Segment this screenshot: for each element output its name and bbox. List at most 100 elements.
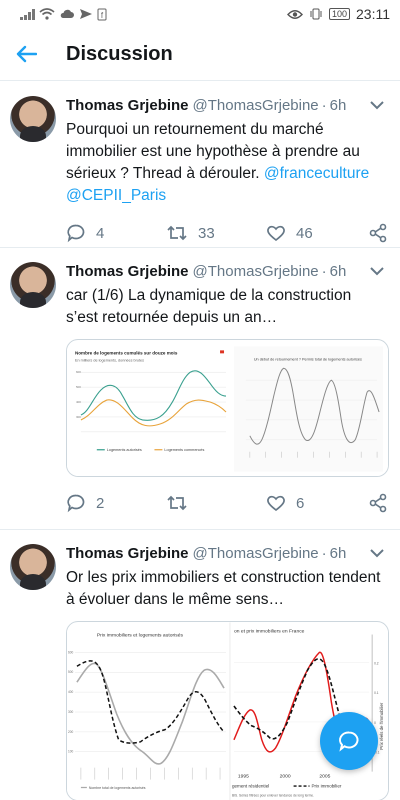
reply-icon — [67, 494, 85, 513]
chart-b-legend-a: gement résidentiel — [232, 784, 269, 789]
separator-dot: · — [321, 545, 327, 562]
svg-text:600: 600 — [68, 650, 74, 654]
eye-icon — [287, 9, 303, 19]
like-count: 46 — [296, 224, 313, 242]
page-title: Discussion — [66, 42, 173, 65]
chart-b-title: Un début de retournement ? Permis total … — [254, 357, 362, 361]
author-handle: @ThomasGrjebine — [192, 263, 319, 280]
media-charts: Prix immobiliers et logements autorisés … — [67, 622, 388, 800]
author-name[interactable]: Thomas Grjebine — [66, 96, 189, 116]
chart-b-title: on et prix immobiliers en France — [234, 628, 305, 634]
separator-dot: · — [321, 263, 327, 280]
vibrate-icon — [310, 8, 322, 20]
tweet-header: Thomas Grjebine @ThomasGrjebine · 6h — [66, 96, 384, 116]
tweet-media[interactable]: Prix immobiliers et logements autorisés … — [66, 621, 389, 800]
chart-a-legend: Nombre total de logements autorisés — [89, 786, 146, 790]
x-tick-2005: 2005 — [319, 774, 330, 780]
media-charts: Nombre de logements cumulés sur douze mo… — [67, 340, 388, 476]
brand-marker — [220, 350, 225, 354]
chart-permis-total: Un début de retournement ? Permis total … — [233, 346, 384, 472]
tweet-feed: Thomas Grjebine @ThomasGrjebine · 6h Pou… — [0, 82, 400, 800]
chart-b-note: BIS. Séries filtrées pour enlever tendan… — [232, 793, 314, 797]
back-button[interactable] — [0, 28, 52, 81]
reply-button[interactable]: 4 — [66, 223, 166, 243]
send-icon — [80, 9, 92, 19]
x-tick-2000: 2000 — [280, 774, 291, 780]
svg-text:300: 300 — [76, 415, 81, 419]
app-bar: Discussion — [0, 28, 400, 81]
svg-text:200: 200 — [68, 730, 74, 734]
mention-link[interactable]: @franceculture — [264, 165, 369, 182]
svg-text:500: 500 — [76, 385, 81, 389]
tweet-text: Or les prix immobiliers et construction … — [66, 569, 381, 608]
avatar[interactable] — [10, 96, 56, 142]
legend-autorises: Logements autorisés — [107, 448, 142, 452]
tweet-text: Pourquoi un retournement du marché immob… — [66, 119, 384, 207]
reply-count: 2 — [96, 494, 105, 512]
chart-a-title: Prix immobiliers et logements autorisés — [97, 632, 184, 638]
clock: 23:11 — [356, 6, 390, 22]
tweet-media[interactable]: Nombre de logements cumulés sur douze mo… — [66, 339, 389, 477]
tweet-actions: 4 33 46 — [66, 213, 387, 253]
x-tick-1995: 1995 — [238, 774, 249, 780]
svg-text:100: 100 — [68, 750, 74, 754]
separator-dot: · — [321, 97, 327, 114]
tweet-text: car (1/6) La dynamique de la constructio… — [66, 287, 352, 326]
chart-b-legend-b: Prix immobilier — [311, 784, 341, 789]
svg-text:f: f — [101, 11, 104, 20]
svg-text:400: 400 — [68, 690, 74, 694]
mention-link[interactable]: @CEPII_Paris — [66, 187, 166, 204]
status-icons-left: f — [20, 8, 107, 21]
author-handle: @ThomasGrjebine — [192, 97, 319, 114]
reply-icon — [67, 224, 85, 243]
share-icon[interactable] — [368, 223, 388, 243]
author-name[interactable]: Thomas Grjebine — [66, 262, 189, 282]
tweet-actions: 2 6 — [66, 483, 387, 523]
reply-count: 4 — [96, 224, 105, 242]
signal-icon — [20, 8, 35, 20]
avatar[interactable] — [10, 262, 56, 308]
retweet-button[interactable]: 33 — [166, 223, 266, 243]
retweet-count: 33 — [198, 224, 215, 242]
svg-text:600: 600 — [76, 370, 81, 374]
tweet-time: 6h — [329, 263, 347, 280]
author-name[interactable]: Thomas Grjebine — [66, 544, 189, 564]
chevron-down-icon[interactable] — [368, 98, 386, 112]
like-count: 6 — [296, 494, 305, 512]
tweet[interactable]: Thomas Grjebine @ThomasGrjebine · 6h Pou… — [0, 82, 400, 248]
chevron-down-icon[interactable] — [368, 546, 386, 560]
chevron-down-icon[interactable] — [368, 264, 386, 278]
speech-bubble-icon — [339, 731, 359, 752]
heart-icon — [267, 225, 285, 242]
svg-text:0: 0 — [374, 721, 376, 725]
retweet-button[interactable] — [166, 493, 266, 513]
author-handle: @ThomasGrjebine — [192, 545, 319, 562]
battery-icon: 100 — [328, 8, 350, 20]
heart-icon — [267, 495, 285, 512]
arrow-left-icon — [16, 45, 37, 63]
tweet-header: Thomas Grjebine @ThomasGrjebine · 6h — [66, 262, 384, 282]
tweet[interactable]: Thomas Grjebine @ThomasGrjebine · 6h car… — [0, 248, 400, 530]
status-bar: f 100 23:11 — [0, 0, 400, 28]
svg-text:300: 300 — [68, 710, 74, 714]
svg-text:500: 500 — [68, 670, 74, 674]
reply-fab-button[interactable] — [320, 712, 378, 770]
tweet-time: 6h — [329, 545, 347, 562]
cloud-icon — [60, 9, 74, 18]
tweet-header: Thomas Grjebine @ThomasGrjebine · 6h — [66, 544, 384, 564]
wifi-icon — [39, 8, 55, 20]
retweet-icon — [167, 225, 187, 241]
svg-text:0.1: 0.1 — [374, 691, 379, 695]
chart-a-subtitle: En milliers de logements, données brutes — [75, 358, 144, 362]
share-icon[interactable] — [368, 493, 388, 513]
chart-b-ylabel: Prix réels de l'immobilier — [379, 702, 384, 750]
reply-button[interactable]: 2 — [66, 493, 166, 513]
tweet-time: 6h — [329, 97, 347, 114]
sim-icon: f — [97, 8, 107, 20]
like-button[interactable]: 6 — [266, 494, 366, 512]
legend-commences: Logements commencés — [164, 448, 204, 452]
svg-text:0.2: 0.2 — [374, 661, 379, 665]
avatar[interactable] — [10, 544, 56, 590]
like-button[interactable]: 46 — [266, 224, 366, 242]
svg-text:400: 400 — [76, 400, 81, 404]
